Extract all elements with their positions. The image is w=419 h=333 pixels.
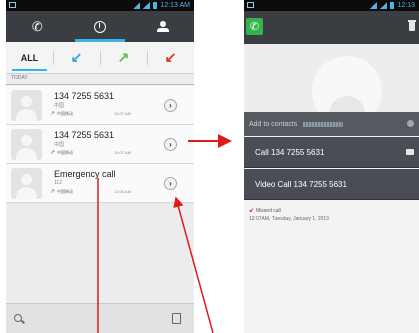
dialer-tab-bar: ✆ bbox=[6, 11, 194, 42]
call-datetime: 12:07AM, Tuesday, January 1, 2013 bbox=[249, 216, 329, 222]
screenshot-stage: 12:13 AM ✆ ALL ↙ ↗ ↙ TODAY 134 7255 5631… bbox=[0, 0, 419, 333]
contact-avatar-icon bbox=[11, 129, 42, 160]
contacts-icon bbox=[156, 20, 169, 33]
call-filter-bar: ALL ↙ ↗ ↙ bbox=[6, 42, 194, 74]
call-location: 中国 bbox=[54, 142, 65, 148]
chevron-right-icon: › bbox=[169, 101, 172, 110]
add-contact-icon bbox=[407, 120, 414, 127]
outgoing-call-icon: ↗ bbox=[50, 111, 56, 117]
contact-avatar-icon bbox=[11, 168, 42, 199]
notification-icon bbox=[247, 2, 254, 8]
carrier-label: 中国移动 bbox=[57, 188, 74, 194]
call-log-screen: 12:13 AM ✆ ALL ↙ ↗ ↙ TODAY 134 7255 5631… bbox=[6, 0, 194, 333]
call-number-label: Call 134 7255 5631 bbox=[255, 147, 325, 157]
status-bar: 12:13 AM bbox=[6, 0, 194, 11]
call-history-detail: ↙ Missed call 12:07AM, Tuesday, January … bbox=[244, 201, 419, 333]
signal-icon bbox=[133, 2, 141, 9]
tab-call-log[interactable] bbox=[69, 11, 132, 42]
filter-all[interactable]: ALL bbox=[6, 42, 53, 73]
tab-dialpad[interactable]: ✆ bbox=[6, 11, 69, 42]
message-icon[interactable] bbox=[406, 149, 414, 155]
menu-icon[interactable] bbox=[172, 313, 181, 324]
status-bar: 12:13 bbox=[244, 0, 419, 11]
call-meta: ↗ 中国移动 bbox=[50, 188, 74, 196]
signal-icon bbox=[143, 2, 151, 9]
outgoing-call-icon: ↗ bbox=[50, 150, 56, 156]
carrier-label: 中国移动 bbox=[57, 110, 74, 116]
outgoing-call-icon: ↗ bbox=[50, 189, 56, 195]
call-details-header: ✆ bbox=[244, 11, 419, 44]
blurred-number bbox=[303, 121, 344, 127]
chevron-right-icon: › bbox=[169, 179, 172, 188]
call-list: 134 7255 5631 中国 ↗ 中国移动 12:07 AM › 134 7… bbox=[6, 86, 194, 203]
missed-call-icon: ↙ bbox=[249, 208, 255, 214]
call-location: 中国 bbox=[54, 103, 65, 109]
contact-avatar-icon bbox=[11, 90, 42, 121]
add-to-contacts-button[interactable]: Add to contacts bbox=[244, 112, 419, 136]
call-time: 12:07 AM bbox=[114, 111, 131, 116]
status-time: 12:13 bbox=[397, 2, 415, 9]
call-number: Emergency call bbox=[54, 169, 116, 179]
section-header-today: TODAY bbox=[6, 75, 194, 85]
call-details-screen: 12:13 ✆ Add to contacts Call 134 7255 56… bbox=[244, 0, 419, 333]
bottom-action-bar bbox=[6, 303, 194, 333]
clock-icon bbox=[94, 20, 106, 33]
delete-icon[interactable] bbox=[408, 20, 416, 31]
call-number: 134 7255 5631 bbox=[54, 130, 115, 140]
call-meta: ↗ 中国移动 bbox=[50, 149, 74, 157]
missed-call-icon: ↙ bbox=[164, 49, 177, 65]
call-type-line: ↙ Missed call bbox=[249, 207, 419, 215]
call-meta: ↗ 中国移动 bbox=[50, 110, 74, 118]
filter-missed[interactable]: ↙ bbox=[147, 42, 194, 73]
call-time: 12:07 AM bbox=[114, 150, 131, 155]
filter-all-label: ALL bbox=[20, 52, 39, 63]
contact-photo-area bbox=[244, 44, 419, 136]
incoming-call-icon: ↙ bbox=[70, 49, 83, 65]
filter-outgoing[interactable]: ↗ bbox=[100, 42, 147, 73]
phone-app-icon[interactable]: ✆ bbox=[246, 18, 263, 35]
call-time: 12:06 AM bbox=[114, 189, 131, 194]
battery-icon bbox=[390, 2, 395, 9]
call-number-button[interactable]: Call 134 7255 5631 bbox=[244, 137, 419, 168]
tab-contacts[interactable] bbox=[131, 11, 194, 42]
video-call-button[interactable]: Video Call 134 7255 5631 bbox=[244, 169, 419, 200]
add-to-contacts-label: Add to contacts bbox=[249, 120, 298, 128]
outgoing-call-icon: ↗ bbox=[117, 49, 130, 65]
call-log-row[interactable]: 134 7255 5631 中国 ↗ 中国移动 12:07 AM › bbox=[6, 125, 194, 164]
call-location: 112 bbox=[54, 180, 62, 186]
video-call-label: Video Call 134 7255 5631 bbox=[255, 179, 347, 189]
call-type-label: Missed call bbox=[256, 207, 281, 214]
carrier-label: 中国移动 bbox=[57, 149, 74, 155]
call-details-button[interactable]: › bbox=[164, 138, 177, 151]
phone-icon: ✆ bbox=[31, 18, 43, 34]
battery-icon bbox=[153, 2, 158, 9]
call-details-button[interactable]: › bbox=[164, 177, 177, 190]
call-log-row[interactable]: 134 7255 5631 中国 ↗ 中国移动 12:07 AM › bbox=[6, 86, 194, 125]
status-time: 12:13 AM bbox=[160, 2, 190, 9]
call-details-button[interactable]: › bbox=[164, 99, 177, 112]
filter-incoming[interactable]: ↙ bbox=[53, 42, 100, 73]
call-log-row[interactable]: Emergency call 112 ↗ 中国移动 12:06 AM › bbox=[6, 164, 194, 203]
notification-icon bbox=[9, 2, 16, 8]
call-number: 134 7255 5631 bbox=[54, 91, 115, 101]
chevron-right-icon: › bbox=[169, 140, 172, 149]
search-icon[interactable] bbox=[14, 314, 22, 322]
signal-icon bbox=[380, 2, 388, 9]
signal-icon bbox=[370, 2, 378, 9]
